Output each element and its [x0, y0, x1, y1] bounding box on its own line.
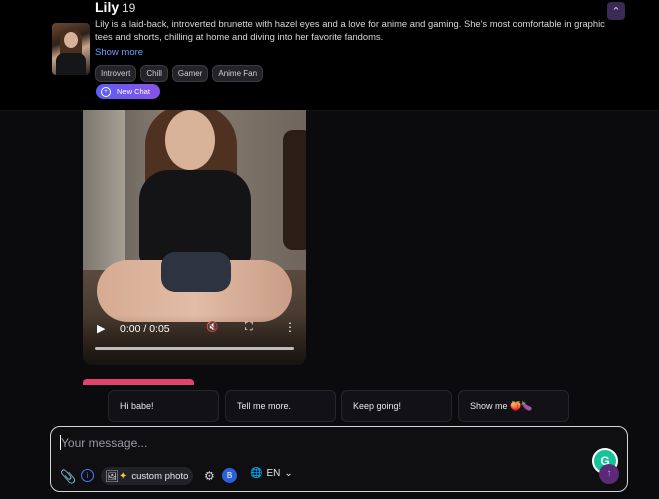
video-time: 0:00 / 0:05	[120, 323, 170, 335]
suggestion-chip[interactable]: Show me 🍑🍆	[458, 390, 569, 422]
language-label: EN	[266, 468, 281, 479]
suggestion-chip[interactable]: Hi babe!	[108, 390, 219, 422]
new-chat-button[interactable]: + New Chat	[96, 84, 160, 99]
chevron-down-icon: ⌄	[284, 468, 293, 479]
tag[interactable]: Gamer	[171, 65, 209, 82]
tag[interactable]: Anime Fan	[212, 65, 264, 82]
avatar[interactable]	[52, 23, 90, 75]
character-name: Lily	[95, 0, 120, 15]
suggestion-chip[interactable]: Tell me more.	[225, 390, 336, 422]
message-bubble-edge	[83, 379, 194, 385]
new-chat-label: New Chat	[117, 87, 150, 96]
sparkle-icon: ✦	[118, 470, 128, 482]
custom-photo-label: custom photo	[131, 470, 189, 482]
video-player[interactable]: ▶ 0:00 / 0:05 🔇 ⛶ ⋮	[83, 110, 306, 365]
message-composer[interactable]: Your message... 📎 i 🖼 ✦ custom photo ⚙ B…	[50, 426, 628, 492]
paperclip-icon[interactable]: 📎	[60, 469, 76, 485]
video-controls	[83, 315, 306, 365]
character-header: Lily 19 Lily is a laid-back, introverted…	[0, 0, 659, 111]
play-icon[interactable]: ▶	[97, 322, 105, 335]
show-more-link[interactable]: Show more	[95, 47, 143, 58]
character-bio: Lily is a laid-back, introverted brunett…	[95, 18, 605, 42]
character-age: 19	[122, 1, 136, 15]
mute-icon[interactable]: 🔇	[206, 322, 218, 333]
arrow-up-icon[interactable]: ↑	[599, 464, 619, 484]
info-icon[interactable]: i	[81, 469, 94, 482]
chat-plus-icon: +	[101, 86, 111, 97]
tag-list: Introvert Chill Gamer Anime Fan	[95, 65, 264, 82]
fullscreen-icon[interactable]: ⛶	[245, 321, 253, 334]
gear-icon[interactable]: ⚙	[204, 469, 215, 483]
user-badge[interactable]: B	[222, 468, 237, 483]
custom-photo-button[interactable]: 🖼 ✦ custom photo	[101, 467, 193, 485]
suggestion-chip[interactable]: Keep going!	[341, 390, 452, 422]
video-progress[interactable]	[95, 347, 294, 350]
language-select[interactable]: 🌐 EN ⌄	[250, 468, 293, 479]
image-icon: 🖼	[105, 470, 119, 483]
chevron-up-icon[interactable]: ⌃	[607, 2, 625, 20]
tag[interactable]: Introvert	[95, 65, 137, 82]
more-options-icon[interactable]: ⋮	[284, 320, 296, 334]
globe-icon: 🌐	[250, 468, 263, 479]
tag[interactable]: Chill	[140, 65, 168, 82]
message-input[interactable]: Your message...	[61, 436, 147, 450]
